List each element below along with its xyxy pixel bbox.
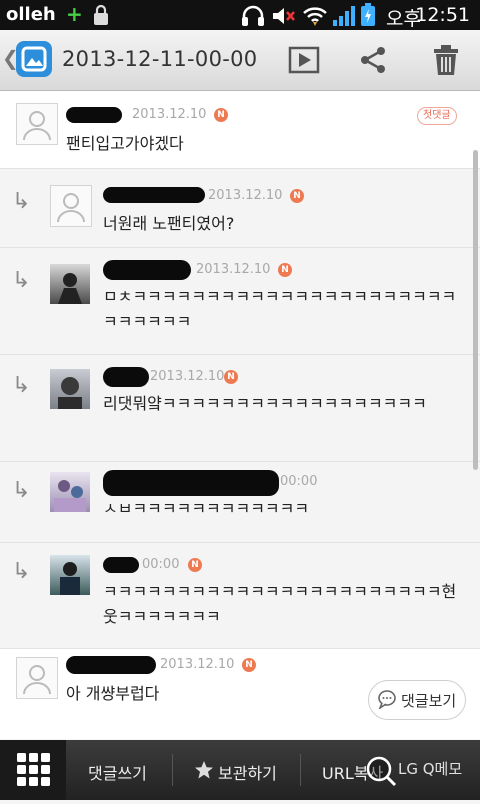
comment-date: 00:00 [142, 557, 180, 572]
comment-item[interactable]: ↳ 2013.12.10 N 너원래 노팬티였어? [0, 169, 480, 248]
comment-date: 2013.12.10 [196, 262, 271, 277]
title-bar: ❮ 2013-12-11-00-00 [0, 30, 480, 91]
headset-icon [240, 5, 266, 31]
reply-arrow-icon: ↳ [12, 373, 31, 398]
user-avatar [50, 472, 90, 512]
comment-list[interactable]: 2013.12.10 N 첫댓글 팬티입고가야겠다 ↳ 2013.12.10 N… [0, 91, 480, 739]
speech-bubble-icon [377, 689, 397, 713]
user-avatar [50, 369, 90, 409]
qmemo-icon [364, 754, 398, 792]
lock-icon [92, 4, 110, 30]
reply-arrow-icon: ↳ [12, 478, 31, 503]
signal-icon [332, 5, 356, 31]
default-avatar-icon [16, 657, 58, 699]
author-name-redacted [103, 470, 279, 496]
new-badge: N [290, 189, 304, 203]
reply-arrow-icon: ↳ [12, 559, 31, 584]
view-comments-button[interactable]: 댓글보기 [368, 680, 466, 720]
wifi-icon [302, 5, 328, 31]
divider [172, 754, 173, 786]
share-icon [361, 47, 385, 73]
play-icon [288, 46, 320, 74]
qmemo-watermark: LG Q메모 [398, 760, 463, 778]
author-name-redacted [66, 656, 156, 674]
status-bar: olleh + 오후 12:51 [0, 0, 480, 30]
trash-icon [434, 45, 458, 75]
share-button[interactable] [355, 42, 391, 78]
reply-arrow-icon: ↳ [12, 189, 31, 214]
new-badge: N [242, 658, 256, 672]
default-avatar-icon [16, 103, 58, 145]
user-avatar [50, 264, 90, 304]
new-badge: N [278, 263, 292, 277]
plus-icon: + [66, 2, 83, 26]
comment-text: 너원래 노팬티였어? [103, 214, 235, 233]
write-comment-button[interactable]: 댓글쓰기 [88, 760, 147, 784]
default-avatar-icon [50, 185, 92, 227]
mute-icon [270, 5, 296, 31]
comment-item[interactable]: ↳ 2013.12.10 N 리댓뭐얔ㅋㅋㅋㅋㅋㅋㅋㅋㅋㅋㅋㅋㅋㅋㅋㅋㅋㅋ [0, 355, 480, 462]
star-icon [194, 760, 214, 784]
author-name-redacted [66, 107, 122, 123]
scrollbar[interactable] [473, 150, 478, 470]
user-avatar [50, 555, 90, 595]
status-clock: 12:51 [415, 4, 470, 26]
menu-grid-button[interactable] [0, 740, 66, 800]
comment-text: 팬티입고가야겠다 [66, 134, 184, 153]
author-name-redacted [103, 367, 149, 387]
play-button[interactable] [286, 42, 322, 78]
comment-text: ㅋㅋㅋㅋㅋㅋㅋㅋㅋㅋㅋㅋㅋㅋㅋㅋㅋㅋㅋㅋㅋㅋㅋ현웃ㅋㅋㅋㅋㅋㅋㅋ [103, 582, 457, 626]
author-name-redacted [103, 187, 205, 203]
page-title: 2013-12-11-00-00 [62, 47, 258, 71]
comment-text: 리댓뭐얔ㅋㅋㅋㅋㅋㅋㅋㅋㅋㅋㅋㅋㅋㅋㅋㅋㅋㅋ [103, 394, 427, 413]
carrier-label: olleh [6, 4, 56, 25]
comment-date: 2013.12.10 [160, 657, 235, 672]
view-comments-label: 댓글보기 [401, 692, 457, 710]
comment-item[interactable]: ↳ 00:00 N ㅋㅋㅋㅋㅋㅋㅋㅋㅋㅋㅋㅋㅋㅋㅋㅋㅋㅋㅋㅋㅋㅋㅋ현웃ㅋㅋㅋㅋㅋ… [0, 543, 480, 649]
comment-date: 00:00 [280, 474, 318, 489]
comment-text: ㅅㅂㅋㅋㅋㅋㅋㅋㅋㅋㅋㅋㅋㅋ [103, 499, 310, 518]
divider [300, 754, 301, 786]
comment-item[interactable]: 2013.12.10 N 첫댓글 팬티입고가야겠다 [0, 91, 480, 169]
new-badge: N [188, 558, 202, 572]
comment-item[interactable]: ↳ 00:00 ㅅㅂㅋㅋㅋㅋㅋㅋㅋㅋㅋㅋㅋㅋ [0, 462, 480, 543]
reply-arrow-icon: ↳ [12, 268, 31, 293]
new-badge: N [224, 370, 238, 384]
author-name-redacted [103, 557, 139, 573]
first-comment-badge: 첫댓글 [417, 107, 457, 125]
comment-text: ㅁㅊㅋㅋㅋㅋㅋㅋㅋㅋㅋㅋㅋㅋㅋㅋㅋㅋㅋㅋㅋㅋㅋㅋㅋㅋㅋㅋㅋㅋ [103, 287, 457, 331]
author-name-redacted [103, 260, 191, 280]
save-button[interactable]: 보관하기 [218, 760, 277, 784]
delete-button[interactable] [428, 42, 464, 78]
grid-icon [17, 753, 50, 786]
comment-item[interactable]: ↳ 2013.12.10 N ㅁㅊㅋㅋㅋㅋㅋㅋㅋㅋㅋㅋㅋㅋㅋㅋㅋㅋㅋㅋㅋㅋㅋㅋㅋ… [0, 248, 480, 355]
bottom-action-bar: 댓글쓰기 보관하기 URL복사 LG Q메모 [0, 740, 480, 800]
comment-date: 2013.12.10 [150, 369, 225, 384]
comment-date: 2013.12.10 [132, 107, 207, 122]
comment-date: 2013.12.10 [208, 188, 283, 203]
gallery-app-icon[interactable] [16, 41, 52, 77]
new-badge: N [214, 108, 228, 122]
battery-icon [360, 3, 376, 31]
